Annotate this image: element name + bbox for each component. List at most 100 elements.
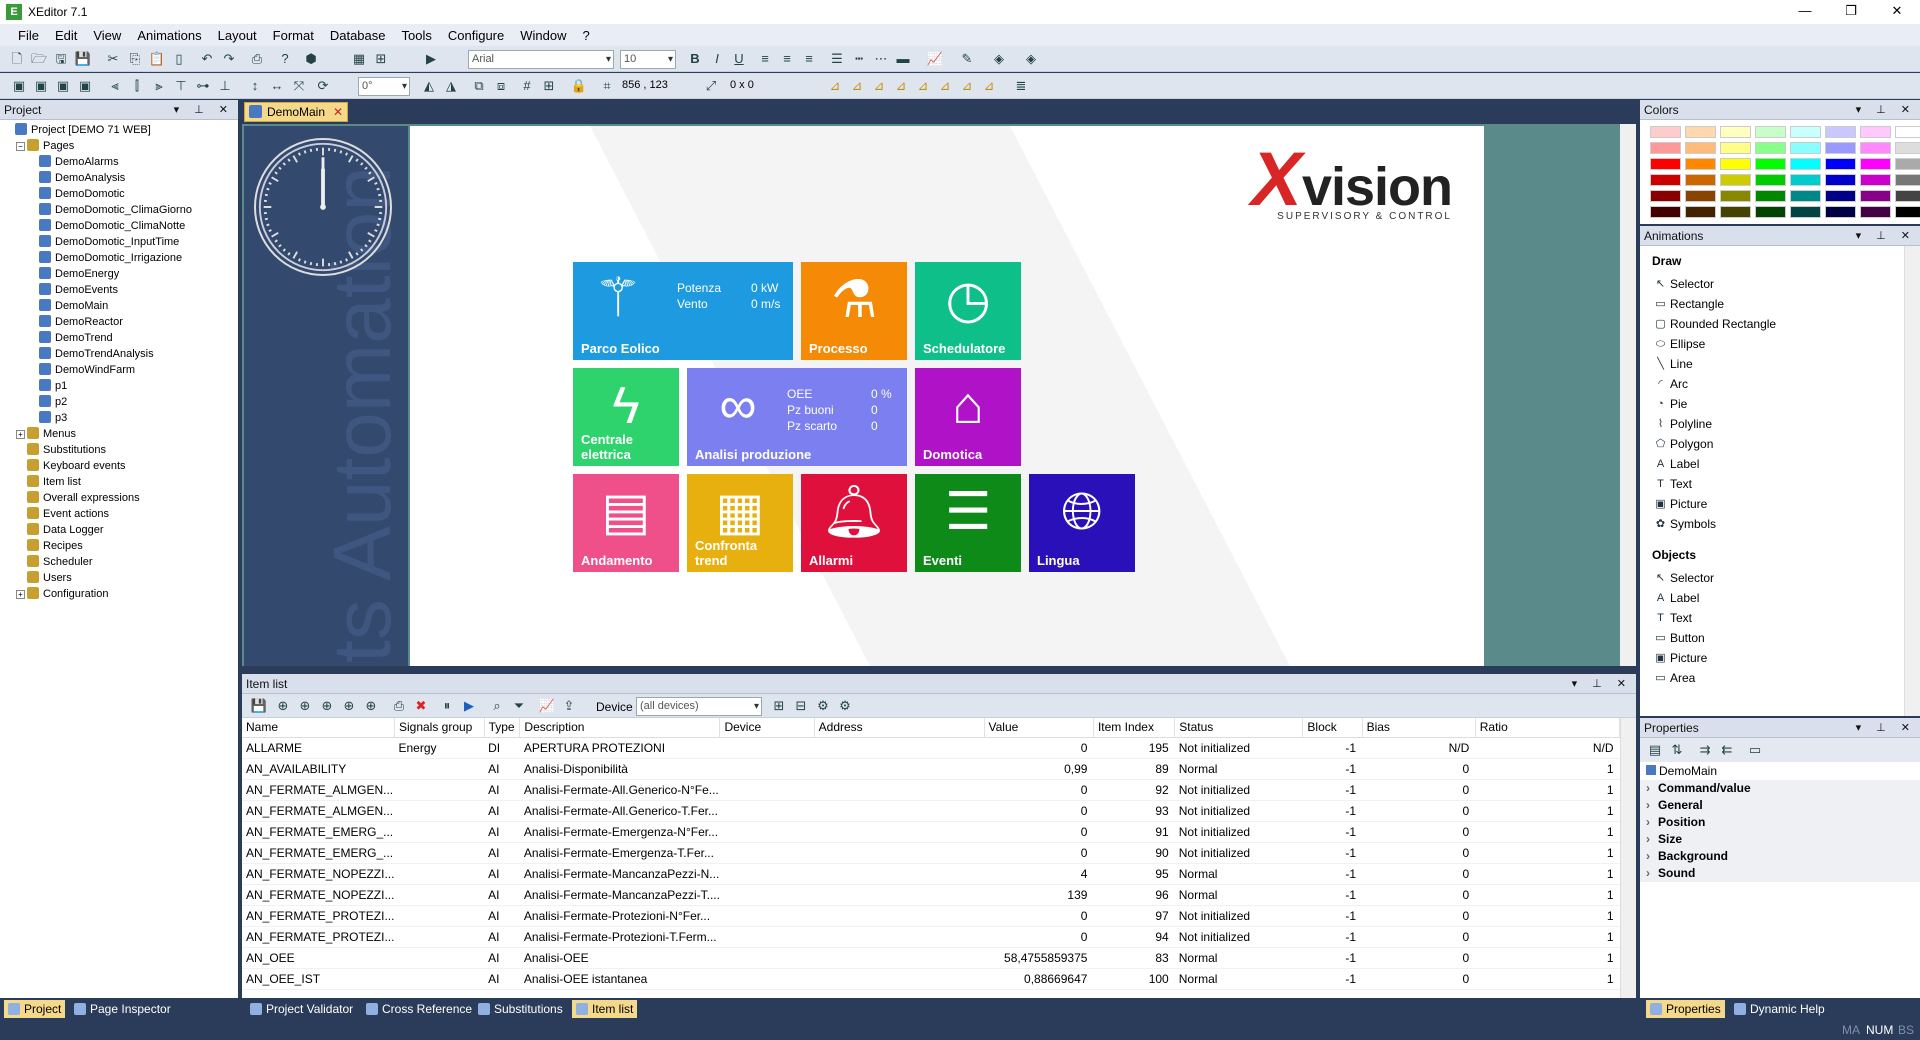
grid-view-icon[interactable]: ▦	[350, 50, 368, 68]
add-page-icon[interactable]: ⊞	[372, 50, 390, 68]
tree-node[interactable]: Item list	[4, 474, 238, 490]
pen-color-icon[interactable]: ✎	[958, 50, 976, 68]
table-row[interactable]: AN_FERMATE_ALMGEN... AI Analisi-Fermate-Al…	[242, 779, 1620, 801]
column-header[interactable]: Block	[1302, 718, 1363, 738]
find-icon[interactable]: ⌕	[488, 697, 506, 715]
tree-node[interactable]: DemoTrendAnalysis	[4, 346, 238, 362]
tree-node[interactable]: DemoReactor	[4, 314, 238, 330]
color-swatch[interactable]	[1755, 190, 1786, 202]
group-icon[interactable]: ⧉	[470, 77, 488, 95]
color-swatch[interactable]	[1720, 190, 1751, 202]
maximize-button[interactable]: ❐	[1828, 0, 1874, 24]
menu-file[interactable]: File	[10, 28, 47, 43]
tree-node[interactable]: DemoTrend	[4, 330, 238, 346]
color-swatch[interactable]	[1860, 174, 1891, 186]
categorized-icon[interactable]: ▤	[1646, 741, 1664, 759]
column-header[interactable]: Ratio	[1475, 718, 1621, 738]
layers-icon[interactable]: ≣	[1012, 77, 1030, 95]
table-row[interactable]: AN_FERMATE_EMERG_... AI Analisi-Fermate-Em…	[242, 821, 1620, 843]
color-swatch[interactable]	[1685, 142, 1716, 154]
layer-3-icon[interactable]: ⊿	[870, 77, 888, 95]
menu-format[interactable]: Format	[265, 28, 322, 43]
device-select[interactable]: (all devices)	[636, 697, 762, 716]
cut-icon[interactable]: ✂	[104, 50, 122, 68]
tree-node[interactable]: DemoEnergy	[4, 266, 238, 282]
color-swatch[interactable]	[1860, 158, 1891, 170]
color-swatch[interactable]	[1860, 206, 1891, 218]
tab-project[interactable]: Project	[4, 1000, 66, 1018]
animation-tool-item[interactable]: ◜ Arc	[1640, 374, 1920, 394]
panel-controls-icon[interactable]: ▾ ⊥ ✕	[1856, 718, 1916, 738]
tree-node[interactable]: DemoAlarms	[4, 154, 238, 170]
table-row[interactable]: AN_FERMATE_NOPEZZI... AI Analisi-Fermate-M…	[242, 863, 1620, 885]
color-swatch[interactable]	[1685, 206, 1716, 218]
underline-icon[interactable]: U	[730, 50, 748, 68]
angle-select[interactable]: 0°	[358, 77, 410, 96]
close-button[interactable]: ✕	[1874, 0, 1920, 24]
expand-toggle-icon[interactable]: +	[16, 590, 25, 599]
animation-tool-item[interactable]: A Label	[1640, 588, 1920, 608]
tree-node[interactable]: DemoDomotic	[4, 186, 238, 202]
delete-icon[interactable]: ▯	[170, 50, 188, 68]
tree-node[interactable]: Recipes	[4, 538, 238, 554]
color-swatch[interactable]	[1895, 142, 1920, 154]
column-header[interactable]: Device	[719, 718, 815, 738]
device-remove-icon[interactable]: ⊟	[792, 697, 810, 715]
copy-icon[interactable]: ⎘	[126, 50, 144, 68]
minimize-button[interactable]: —	[1782, 0, 1828, 24]
new-icon[interactable]: 🗋	[8, 50, 26, 68]
tree-node[interactable]: p1	[4, 378, 238, 394]
animation-tool-item[interactable]: ⌇ Polyline	[1640, 414, 1920, 434]
tree-node[interactable]: DemoDomotic_ClimaNotte	[4, 218, 238, 234]
animation-tool-item[interactable]: ↖ Selector	[1640, 274, 1920, 294]
tab-project-validator[interactable]: Project Validator	[246, 1000, 357, 1018]
tile-schedulatore[interactable]: ◷ Schedulatore	[915, 262, 1021, 360]
menu-layout[interactable]: Layout	[210, 28, 265, 43]
color-swatch[interactable]	[1825, 174, 1856, 186]
color-swatch[interactable]	[1825, 142, 1856, 154]
help-icon[interactable]: ?	[276, 50, 294, 68]
new-di-icon[interactable]: ⊕	[296, 697, 314, 715]
canvas-scrollbar[interactable]	[1620, 124, 1636, 666]
color-swatch[interactable]	[1825, 158, 1856, 170]
tree-node[interactable]: DemoMain	[4, 298, 238, 314]
run-icon[interactable]: ▶	[422, 50, 440, 68]
animation-tool-item[interactable]: ▭ Area	[1640, 668, 1920, 688]
color-swatch[interactable]	[1895, 206, 1920, 218]
color-swatch[interactable]	[1860, 190, 1891, 202]
color-swatch[interactable]	[1790, 190, 1821, 202]
italic-icon[interactable]: I	[708, 50, 726, 68]
tile-parco-eolico[interactable]: ⚚ Potenza 0 kW Vento 0 m/s Parco Eolico	[573, 262, 793, 360]
print-icon[interactable]: ⎙	[248, 50, 266, 68]
same-size-icon[interactable]: ⤧	[290, 77, 308, 95]
tree-node[interactable]: DemoDomotic_Irrigazione	[4, 250, 238, 266]
align-tl-icon[interactable]: ▣	[10, 77, 28, 95]
tree-node[interactable]: − Pages	[4, 138, 238, 154]
property-group[interactable]: General	[1640, 797, 1920, 814]
layer-2-icon[interactable]: ⊿	[848, 77, 866, 95]
table-row[interactable]: AN_FERMATE_PROTEZI... AI Analisi-Fermate-P…	[242, 926, 1620, 948]
column-header[interactable]: Type	[484, 718, 521, 738]
color-swatch[interactable]	[1790, 206, 1821, 218]
line-dots-icon[interactable]: ⋯	[872, 50, 890, 68]
grid-icon[interactable]: #	[518, 77, 536, 95]
color-swatch[interactable]	[1895, 126, 1920, 138]
table-row[interactable]: AN_FERMATE_PROTEZI... AI Analisi-Fermate-P…	[242, 905, 1620, 927]
collapse-icon[interactable]: ⇇	[1718, 741, 1736, 759]
color-swatch[interactable]	[1650, 206, 1681, 218]
snap-grid-icon[interactable]: ⊞	[540, 77, 558, 95]
tree-node[interactable]: Keyboard events	[4, 458, 238, 474]
align-bl-icon[interactable]: ▣	[54, 77, 72, 95]
animation-tool-item[interactable]: ▣ Picture	[1640, 494, 1920, 514]
color-swatch[interactable]	[1790, 142, 1821, 154]
table-row[interactable]: AN_FERMATE_EMERG_... AI Analisi-Fermate-Em…	[242, 842, 1620, 864]
column-header[interactable]: Value	[984, 718, 1094, 738]
color-swatch[interactable]	[1790, 174, 1821, 186]
column-header[interactable]: Bias	[1362, 718, 1476, 738]
align-top-icon[interactable]: ⊤	[172, 77, 190, 95]
redo-icon[interactable]: ↷	[220, 50, 238, 68]
new-ao-icon[interactable]: ⊕	[340, 697, 358, 715]
tab-substitutions[interactable]: Substitutions	[474, 1000, 567, 1018]
tab-item-list[interactable]: Item list	[572, 1000, 638, 1018]
property-pages-icon[interactable]: ▭	[1746, 741, 1764, 759]
